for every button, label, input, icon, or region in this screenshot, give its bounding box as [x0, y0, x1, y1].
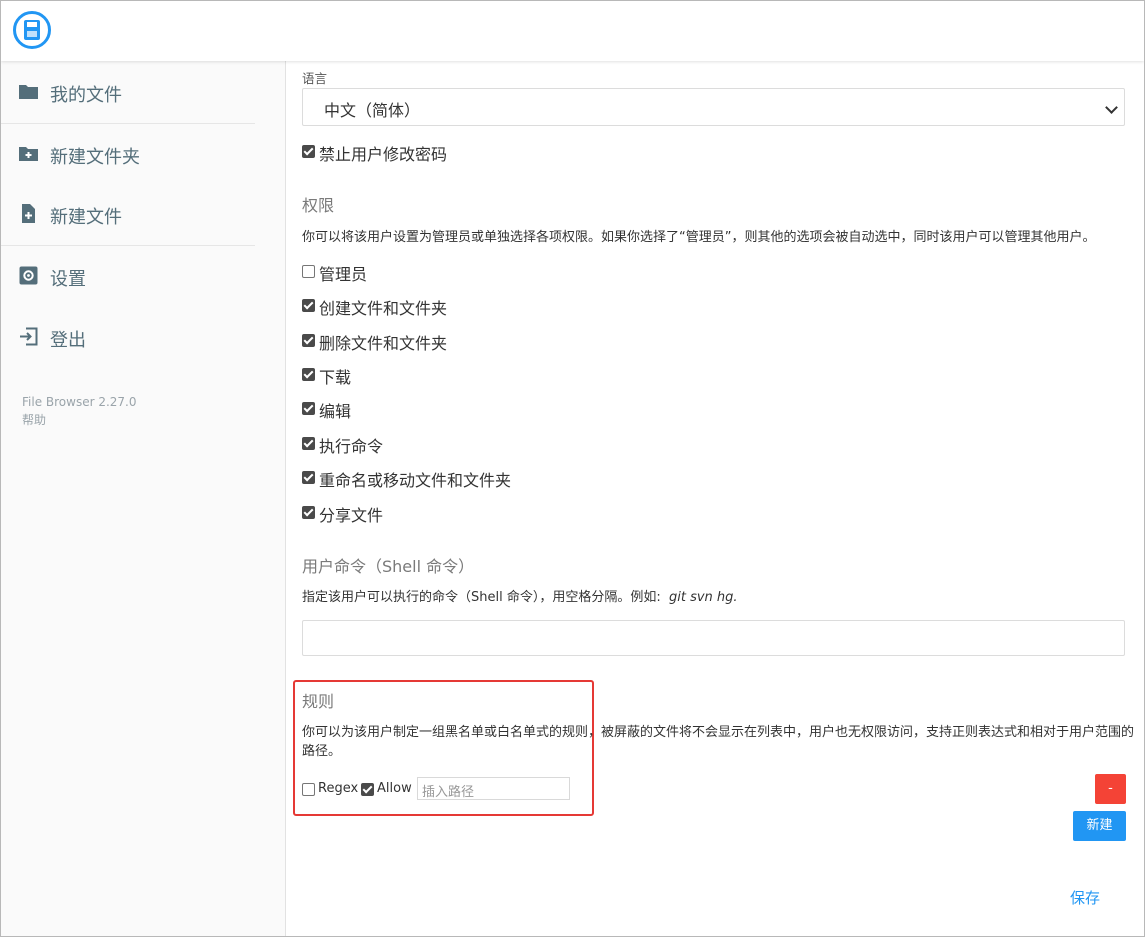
share-label: 分享文件: [319, 506, 384, 525]
commands-description: 指定该用户可以执行的命令（Shell 命令），用空格分隔。例如: git svn…: [302, 587, 738, 608]
new-folder-icon: [19, 147, 38, 161]
sidebar-item-label: 设置: [50, 269, 86, 290]
folder-icon: [19, 85, 38, 99]
sidebar-item-new-folder[interactable]: 新建文件夹: [1, 123, 255, 184]
commands-input[interactable]: [302, 620, 1125, 656]
sidebar-item-label: 我的文件: [50, 85, 122, 106]
edit-label: 编辑: [319, 402, 352, 421]
version-text: File Browser 2.27.0: [22, 395, 137, 409]
share-checkbox[interactable]: [302, 506, 315, 519]
sidebar: 我的文件 新建文件夹 新建文件 设置 登出 File Browser 2.27.…: [1, 61, 286, 936]
header: [1, 1, 1144, 61]
settings-icon: [19, 266, 38, 285]
new-file-icon: [22, 204, 35, 223]
execute-label: 执行命令: [319, 437, 384, 456]
new-rule-button[interactable]: 新建: [1073, 811, 1126, 841]
lock-password-label: 禁止用户修改密码: [319, 145, 448, 164]
rules-description-line2: 路径。: [302, 744, 342, 759]
download-label: 下载: [319, 368, 352, 387]
allow-checkbox[interactable]: [361, 783, 374, 796]
language-select[interactable]: 中文（简体）: [302, 88, 1125, 126]
commands-title: 用户命令（Shell 命令）: [302, 557, 475, 576]
create-checkbox[interactable]: [302, 299, 315, 312]
lock-password-checkbox[interactable]: [302, 145, 315, 158]
sidebar-item-new-file[interactable]: 新建文件: [1, 183, 255, 244]
rules-description-line1: 你可以为该用户制定一组黑名单或白名单式的规则，被屏蔽的文件将不会显示在列表中，用…: [302, 725, 1135, 740]
app-window: 我的文件 新建文件夹 新建文件 设置 登出 File Browser 2.27.…: [0, 0, 1145, 937]
permissions-title: 权限: [302, 196, 335, 215]
remove-rule-button[interactable]: -: [1095, 774, 1126, 804]
admin-label: 管理员: [319, 265, 368, 284]
create-label: 创建文件和文件夹: [319, 299, 448, 318]
allow-label: Allow: [377, 781, 412, 796]
language-label: 语言: [302, 71, 328, 86]
rename-checkbox[interactable]: [302, 471, 315, 484]
permissions-description: 你可以将该用户设置为管理员或单独选择各项权限。如果你选择了“管理员”，则其他的选…: [302, 230, 1096, 245]
rename-label: 重命名或移动文件和文件夹: [319, 471, 512, 490]
user-settings-form: 语言 中文（简体） 禁止用户修改密码 权限 你可以将该用户设置为管理员或单独选择…: [286, 61, 1144, 936]
save-button[interactable]: 保存: [1070, 887, 1100, 908]
commands-example: git svn hg.: [669, 590, 738, 605]
rule-path-input[interactable]: 插入路径: [417, 777, 570, 800]
sidebar-item-label: 新建文件: [50, 207, 122, 228]
chevron-down-icon: [1105, 101, 1118, 114]
delete-checkbox[interactable]: [302, 334, 315, 347]
sidebar-item-label: 登出: [50, 330, 86, 351]
sidebar-item-my-files[interactable]: 我的文件: [1, 61, 255, 122]
file-browser-logo-icon[interactable]: [13, 11, 51, 49]
regex-checkbox[interactable]: [302, 783, 315, 796]
language-select-value: 中文（简体）: [324, 101, 421, 120]
sidebar-item-logout[interactable]: 登出: [1, 306, 255, 367]
execute-checkbox[interactable]: [302, 437, 315, 450]
edit-checkbox[interactable]: [302, 402, 315, 415]
delete-label: 删除文件和文件夹: [319, 334, 448, 353]
commands-description-text: 指定该用户可以执行的命令（Shell 命令），用空格分隔。例如:: [302, 590, 661, 605]
admin-checkbox[interactable]: [302, 265, 315, 278]
sidebar-item-settings[interactable]: 设置: [1, 245, 255, 306]
download-checkbox[interactable]: [302, 368, 315, 381]
sidebar-item-label: 新建文件夹: [50, 147, 140, 168]
help-link[interactable]: 帮助: [22, 411, 46, 428]
rules-title: 规则: [302, 692, 335, 711]
regex-label: Regex: [318, 781, 359, 796]
logout-icon: [20, 327, 38, 346]
